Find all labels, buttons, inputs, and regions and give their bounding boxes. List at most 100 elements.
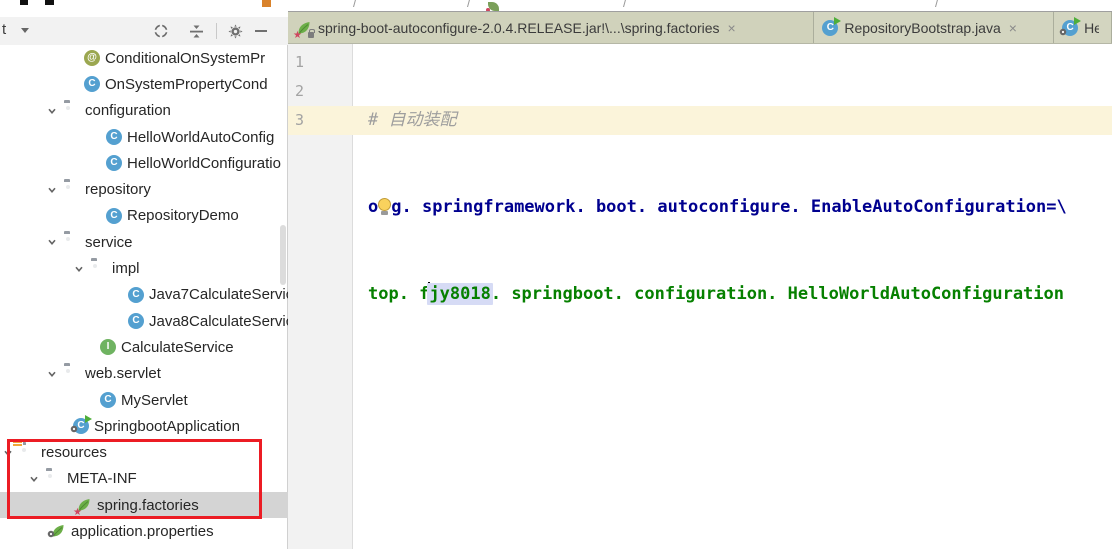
class-icon: C [106,208,122,224]
tree-item-service[interactable]: service [0,229,288,255]
tree-item-configuration[interactable]: configuration [0,98,288,124]
code-editor[interactable]: # 自动装配 og. springframework. boot. autoco… [368,48,1067,367]
package-folder-icon [64,103,80,119]
hide-panel-icon[interactable] [250,20,272,42]
editor-tab-bar: ★ spring-boot-autoconfigure-2.0.4.RELEASE… [288,11,1112,44]
chevron-down-icon[interactable] [46,105,58,117]
tree-item-spring-factories[interactable]: ★ spring.factories [0,492,288,518]
tree-item-onsystempropertycond[interactable]: C OnSystemPropertyCond [0,71,288,97]
class-icon: C [128,313,144,329]
tree-item-label: service [85,234,133,251]
class-icon: C [128,287,144,303]
chevron-down-icon[interactable] [21,28,29,33]
resources-folder-icon [20,445,36,461]
tree-item-label: application.properties [71,523,214,540]
toolbar-divider [216,23,217,39]
class-icon: C [106,129,122,145]
editor-tab-2[interactable]: C RepositoryBootstrap.java × [814,12,1054,43]
close-tab-icon[interactable]: × [1007,20,1019,36]
tree-item-label: META-INF [67,470,137,487]
collapse-all-icon[interactable] [185,20,207,42]
tree-item-helloworldautoconfig[interactable]: CHelloWorldAutoConfig [0,124,288,150]
tree-item-label: OnSystemPropertyCond [105,76,268,93]
springboot-class-icon: C [73,418,89,434]
tree-item-label: spring.factories [97,497,199,514]
code-text: top. f [368,284,429,304]
tree-item-label: impl [112,260,140,277]
tree-item-repositorydemo[interactable]: C RepositoryDemo [0,203,288,229]
package-folder-icon [64,366,80,382]
tree-item-java7calculateservic[interactable]: C Java7CalculateServic [0,282,288,308]
project-panel-header: t [0,17,288,45]
tree-item-label: ConditionalOnSystemPr [105,50,265,67]
tab-label: RepositoryBootstrap.java [844,20,1000,36]
package-folder-icon [91,261,107,277]
tree-item-application-properties[interactable]: application.properties [0,518,288,544]
tree-item-label: MyServlet [121,392,188,409]
project-view-selector[interactable]: t [2,21,6,38]
tree-item-label: resources [41,444,107,461]
tree-item-helloworldconfiguratio[interactable]: CHelloWorldConfiguratio [0,150,288,176]
chevron-down-icon[interactable] [46,184,58,196]
breadcrumb-separator: / [353,0,357,10]
code-text: . springboot. configuration. HelloWorldA… [491,284,1064,304]
close-tab-icon[interactable]: × [726,20,738,36]
chevron-down-icon[interactable] [46,236,58,248]
cropped-ui-fragment [45,0,54,5]
tree-scrollbar[interactable] [280,225,286,285]
tree-item-label: Java7CalculateServic [149,286,288,303]
editor-tab-3[interactable]: C He [1054,12,1112,43]
springboot-class-icon: C [1062,20,1078,36]
tree-item-conditionalonsystempr[interactable]: @ ConditionalOnSystemPr [0,45,288,71]
tree-item-web-servlet[interactable]: web.servlet [0,361,288,387]
tree-item-meta-inf[interactable]: META-INF [0,466,288,492]
tree-item-label: RepositoryDemo [127,207,239,224]
tree-item-label: repository [85,181,151,198]
line-numbers: 123 [288,48,353,135]
tree-item-impl[interactable]: impl [0,255,288,281]
tree-item-label: web.servlet [85,365,161,382]
highlighted-identifier: jy8018 [427,283,492,305]
chevron-down-icon[interactable] [2,447,14,459]
breadcrumb-separator: / [935,0,939,10]
interface-icon: I [100,339,116,355]
tab-label: He [1084,20,1099,36]
chevron-down-icon[interactable] [73,263,85,275]
scroll-from-source-icon[interactable] [150,20,172,42]
line-number: 2 [295,77,353,106]
intention-bulb-icon[interactable] [378,198,391,215]
project-tree: @ ConditionalOnSystemPr C OnSystemPropertyC… [0,45,288,545]
tab-label: spring-boot-autoconfigure-2.0.4.RELEASE.… [318,20,720,36]
code-text: g. springframework. boot. autoconfigure.… [391,197,1067,217]
tree-item-java8calculateservic[interactable]: C Java8CalculateServic [0,308,288,334]
chevron-down-icon[interactable] [46,368,58,380]
editor-tab-1[interactable]: ★ spring-boot-autoconfigure-2.0.4.RELEASE… [288,12,814,43]
package-folder-icon [64,234,80,250]
tree-item-myservlet[interactable]: CMyServlet [0,387,288,413]
runnable-class-icon: C [822,20,838,36]
cropped-ui-fragment [262,0,271,7]
gear-icon[interactable] [224,20,246,42]
spring-factories-readonly-icon: ★ [296,20,312,36]
line-number: 3 [295,106,353,135]
tree-item-label: CalculateService [121,339,234,356]
chevron-down-icon[interactable] [28,473,40,485]
spring-factories-icon: ★ [76,497,92,513]
tree-item-repository[interactable]: repository [0,176,288,202]
package-folder-icon [46,471,62,487]
breadcrumb-separator: / [623,0,627,10]
tree-item-springbootapplication[interactable]: C SpringbootApplication [0,413,288,439]
class-icon: C [84,76,100,92]
annotation-icon: @ [84,50,100,66]
code-line-property-key: og. springframework. boot. autoconfigure… [368,193,1067,222]
tree-item-label: SpringbootApplication [94,418,240,435]
code-line-property-value: top. fjy8018. springboot. configuration.… [368,280,1067,309]
spring-leaf-icon [488,2,499,11]
tree-item-calculateservice[interactable]: I CalculateService [0,334,288,360]
cropped-top-strip [0,0,288,17]
editor-area: / / / / ★ spring-boot-autoconfigure-2.0.4… [288,0,1112,549]
class-icon: C [106,155,122,171]
cropped-breadcrumb-strip: / / / / [288,0,1112,11]
tree-item-resources[interactable]: resources [0,439,288,465]
tree-item-label: Java8CalculateServic [149,313,288,330]
